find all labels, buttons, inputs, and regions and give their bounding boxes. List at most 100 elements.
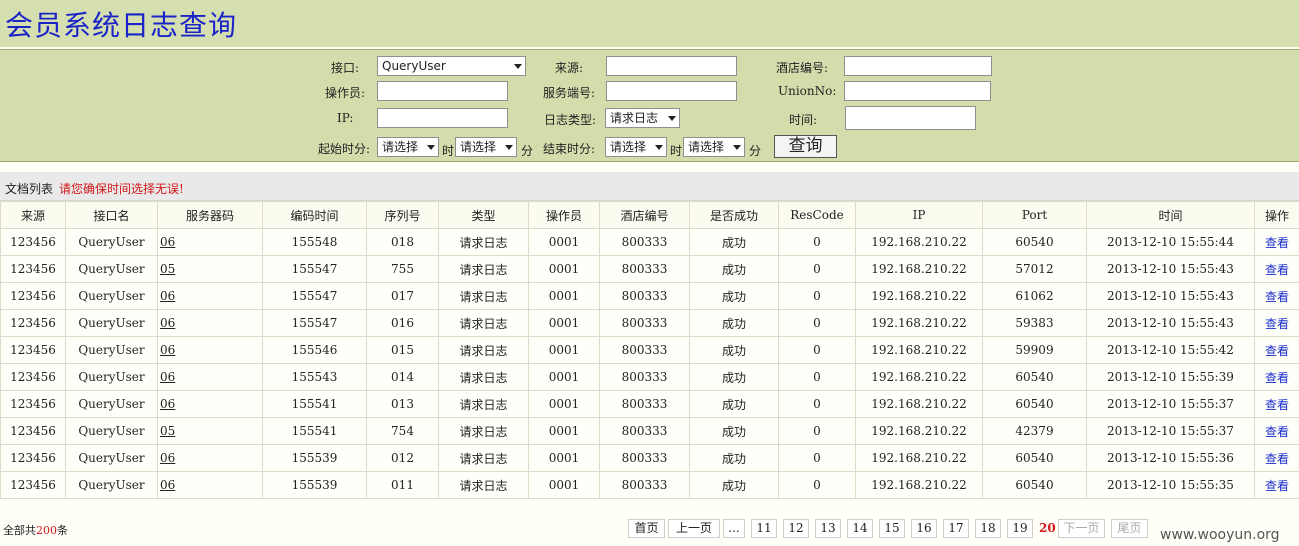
server-code-cell: 06 xyxy=(157,309,263,337)
end-hour-value: 请选择 xyxy=(610,140,647,154)
view-link[interactable]: 查看 xyxy=(1265,425,1289,439)
table-cell: 2013-12-10 15:55:43 xyxy=(1086,309,1255,337)
operator-label: 操作员: xyxy=(325,86,366,100)
server-code-link[interactable]: 05 xyxy=(159,424,262,438)
view-link[interactable]: 查看 xyxy=(1265,236,1289,250)
table-cell: 800333 xyxy=(599,255,690,283)
list-title: 文档列表 xyxy=(5,182,54,196)
end-hour-word: 时 xyxy=(670,144,683,158)
query-button[interactable]: 查询 xyxy=(774,135,837,158)
table-cell: 123456 xyxy=(0,444,66,472)
table-cell: 123456 xyxy=(0,471,66,499)
table-cell: 成功 xyxy=(689,363,779,391)
server-code-link[interactable]: 06 xyxy=(159,478,262,492)
title-bar: 会员系统日志查询 xyxy=(0,0,1299,47)
page-link[interactable]: 11 xyxy=(751,519,777,538)
page-link[interactable]: 16 xyxy=(911,519,937,538)
unionno-input[interactable] xyxy=(844,81,991,101)
source-label: 来源: xyxy=(555,61,584,75)
ip-input[interactable] xyxy=(377,108,508,128)
pagination: 首页 上一页 ... 11 12 13 14 15 16 17 18 19 20… xyxy=(0,519,1299,539)
view-link[interactable]: 查看 xyxy=(1265,290,1289,304)
table-cell: 800333 xyxy=(599,228,690,256)
server-code-link[interactable]: 06 xyxy=(159,343,262,357)
table-cell: 155541 xyxy=(262,390,367,418)
table-cell: 192.168.210.22 xyxy=(855,471,983,499)
view-link[interactable]: 查看 xyxy=(1265,263,1289,277)
chevron-down-icon xyxy=(655,145,663,150)
start-hour-select[interactable]: 请选择 xyxy=(377,137,439,157)
table-cell: 155543 xyxy=(262,363,367,391)
column-header: 来源 xyxy=(0,201,66,229)
server-code-link[interactable]: 06 xyxy=(159,397,262,411)
table-cell: 0001 xyxy=(528,417,600,445)
table-cell: 0 xyxy=(778,255,856,283)
column-header: 接口名 xyxy=(65,201,158,229)
time-input[interactable] xyxy=(845,106,976,130)
table-cell: QueryUser xyxy=(65,444,158,472)
service-label: 服务端号: xyxy=(543,86,596,100)
interface-select[interactable]: QueryUser xyxy=(377,56,526,76)
server-code-link[interactable]: 06 xyxy=(159,316,262,330)
table-cell: 0 xyxy=(778,390,856,418)
table-cell: 123456 xyxy=(0,390,66,418)
server-code-link[interactable]: 06 xyxy=(159,235,262,249)
first-page-button[interactable]: 首页 xyxy=(628,519,665,538)
page-link[interactable]: 17 xyxy=(943,519,969,538)
server-code-link[interactable]: 06 xyxy=(159,370,262,384)
prev-page-button[interactable]: 上一页 xyxy=(668,519,720,538)
table-cell: 016 xyxy=(366,309,439,337)
next-page-button[interactable]: 下一页 xyxy=(1058,519,1105,538)
table-cell: 2013-12-10 15:55:43 xyxy=(1086,255,1255,283)
end-minute-select[interactable]: 请选择 xyxy=(683,137,745,157)
operator-input[interactable] xyxy=(377,81,508,101)
table-cell: 800333 xyxy=(599,363,690,391)
view-link[interactable]: 查看 xyxy=(1265,452,1289,466)
logtype-label: 日志类型: xyxy=(544,113,597,127)
view-link[interactable]: 查看 xyxy=(1265,479,1289,493)
table-cell: 155539 xyxy=(262,444,367,472)
table-cell: 192.168.210.22 xyxy=(855,228,983,256)
table-row: 123456 QueryUser 06 155546 015 请求日志 0001 800333… xyxy=(0,336,1299,364)
server-code-link[interactable]: 05 xyxy=(159,262,262,276)
service-input[interactable] xyxy=(606,81,737,101)
view-link[interactable]: 查看 xyxy=(1265,371,1289,385)
column-header: 时间 xyxy=(1086,201,1255,229)
column-header: ResCode xyxy=(778,201,856,229)
column-header: 酒店编号 xyxy=(599,201,690,229)
table-cell: 2013-12-10 15:55:35 xyxy=(1086,471,1255,499)
table-cell: 61062 xyxy=(982,282,1087,310)
hotel-label: 酒店编号: xyxy=(776,61,829,75)
view-link[interactable]: 查看 xyxy=(1265,398,1289,412)
start-minute-select[interactable]: 请选择 xyxy=(455,137,517,157)
table-cell: 0 xyxy=(778,363,856,391)
page-link[interactable]: 13 xyxy=(815,519,841,538)
table-cell: 155539 xyxy=(262,471,367,499)
chevron-down-icon xyxy=(514,64,522,69)
source-input[interactable] xyxy=(606,56,737,76)
table-cell: QueryUser xyxy=(65,336,158,364)
page-link[interactable]: 18 xyxy=(975,519,1001,538)
table-cell: 成功 xyxy=(689,417,779,445)
column-header: Port xyxy=(982,201,1087,229)
page-link[interactable]: 12 xyxy=(783,519,809,538)
table-cell: 请求日志 xyxy=(438,282,529,310)
view-link[interactable]: 查看 xyxy=(1265,344,1289,358)
table-cell: 011 xyxy=(366,471,439,499)
server-code-link[interactable]: 06 xyxy=(159,451,262,465)
table-cell: 60540 xyxy=(982,363,1087,391)
view-link[interactable]: 查看 xyxy=(1265,317,1289,331)
logtype-select[interactable]: 请求日志 xyxy=(605,108,680,128)
hotel-input[interactable] xyxy=(844,56,992,76)
page-link[interactable]: 15 xyxy=(879,519,905,538)
end-hour-select[interactable]: 请选择 xyxy=(605,137,667,157)
page-link[interactable]: 19 xyxy=(1007,519,1033,538)
table-cell: 017 xyxy=(366,282,439,310)
table-cell: 0001 xyxy=(528,282,600,310)
table-row: 123456 QueryUser 05 155541 754 请求日志 0001 800333… xyxy=(0,417,1299,445)
table-cell: 2013-12-10 15:55:43 xyxy=(1086,282,1255,310)
page-link[interactable]: 14 xyxy=(847,519,873,538)
server-code-link[interactable]: 06 xyxy=(159,289,262,303)
table-row: 123456 QueryUser 06 155547 017 请求日志 0001 800333… xyxy=(0,282,1299,310)
last-page-button[interactable]: 尾页 xyxy=(1111,519,1148,538)
